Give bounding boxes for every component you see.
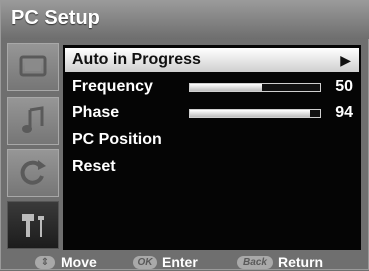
sidebar-item-sound[interactable] [7, 97, 59, 145]
hint-enter-label: Enter [162, 254, 198, 270]
hint-move-label: Move [61, 254, 97, 270]
refresh-icon [20, 160, 46, 185]
menu-item-label: Reset [72, 158, 116, 175]
music-note-icon [22, 106, 44, 133]
updown-icon: ⇕ [35, 256, 55, 269]
page-title: PC Setup [11, 7, 100, 29]
hint-return-label: Return [278, 254, 324, 270]
frequency-value: 50 [335, 78, 353, 95]
tools-icon [22, 214, 44, 237]
phase-slider-fill [190, 110, 310, 117]
menu-item-pc-position[interactable]: PC Position [65, 128, 359, 152]
phase-value: 94 [335, 104, 353, 121]
frequency-slider[interactable] [189, 83, 321, 92]
frequency-slider-fill [190, 84, 262, 91]
menu-item-label: PC Position [72, 131, 162, 148]
menu-item-label: Frequency [72, 78, 153, 95]
ok-button-icon: OK [133, 256, 157, 269]
sidebar-item-pc-setup[interactable] [7, 201, 59, 249]
menu-item-auto[interactable]: Auto in Progress ▶ [65, 48, 359, 72]
menu-item-phase[interactable]: Phase 94 [65, 101, 359, 125]
sidebar-item-setup[interactable] [7, 149, 59, 197]
sidebar-item-picture[interactable] [7, 43, 59, 91]
right-arrow-icon: ▶ [340, 52, 351, 68]
title-bar: PC Setup [1, 1, 369, 39]
menu-item-label: Phase [72, 104, 120, 121]
menu-item-label: Auto in Progress [72, 51, 201, 68]
screen-icon [19, 55, 47, 77]
phase-slider[interactable] [189, 109, 321, 118]
back-button-icon: Back [237, 256, 273, 269]
menu-item-reset[interactable]: Reset [65, 155, 359, 179]
menu-item-frequency[interactable]: Frequency 50 [65, 75, 359, 99]
footer-hints: ⇕ Move OK Enter Back Return [1, 253, 369, 271]
osd-window: PC Setup Auto in Progress ▶ Frequency 50… [0, 0, 369, 270]
